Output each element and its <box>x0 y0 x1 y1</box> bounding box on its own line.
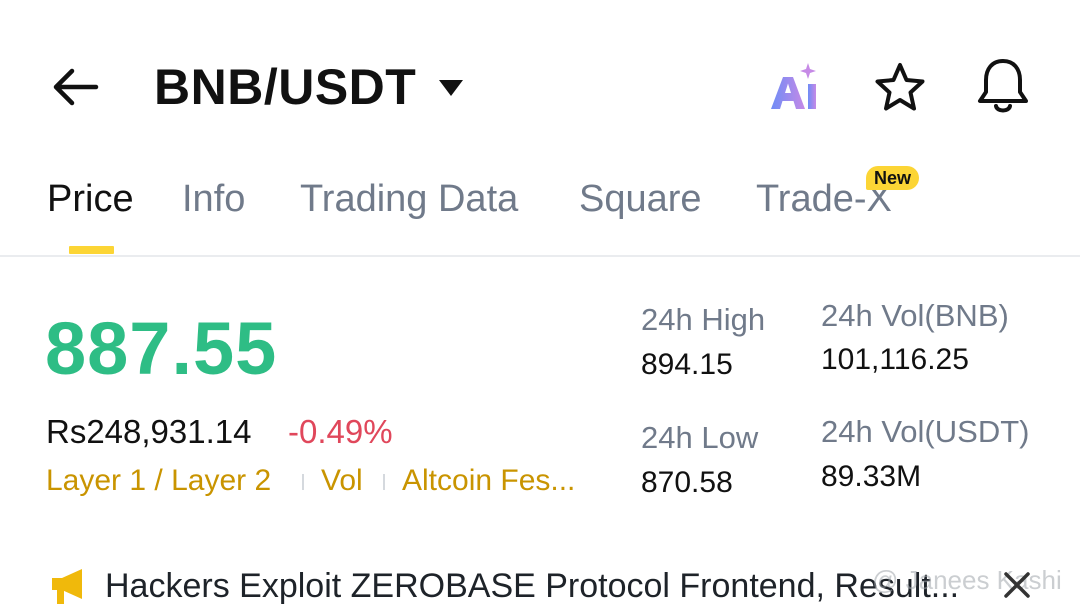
fiat-price: Rs248,931.14 <box>46 413 252 450</box>
tag-altcoin[interactable]: Altcoin Fes... <box>402 464 575 498</box>
back-arrow-icon[interactable] <box>48 62 102 112</box>
vol-base-label: 24h Vol(BNB) <box>821 298 1009 333</box>
bell-icon[interactable] <box>974 56 1032 116</box>
megaphone-icon <box>52 569 82 604</box>
low-24h-label: 24h Low <box>641 420 759 455</box>
tab-trading-data[interactable]: Trading Data <box>300 178 518 221</box>
vol-quote-value: 89.33M <box>821 460 922 493</box>
tab-info[interactable]: Info <box>182 178 245 221</box>
close-icon[interactable] <box>1002 570 1032 600</box>
vol-base-value: 101,116.25 <box>821 343 969 376</box>
dropdown-caret-icon[interactable] <box>437 77 465 99</box>
ai-icon[interactable] <box>768 58 824 114</box>
high-24h-label: 24h High <box>641 302 766 337</box>
low-24h-value: 870.58 <box>641 466 733 499</box>
high-24h-value: 894.15 <box>641 348 733 381</box>
price-change-percent: -0.49% <box>288 413 393 450</box>
active-tab-indicator <box>69 246 114 254</box>
tag-separator <box>302 474 304 490</box>
vol-quote-label: 24h Vol(USDT) <box>821 414 1030 449</box>
pair-title[interactable]: BNB/USDT <box>154 58 416 116</box>
new-badge: New <box>866 166 920 190</box>
tab-square[interactable]: Square <box>579 178 702 221</box>
news-headline[interactable]: Hackers Exploit ZEROBASE Protocol Fronte… <box>105 567 985 606</box>
last-price: 887.55 <box>45 307 278 390</box>
tag-layer[interactable]: Layer 1 / Layer 2 <box>46 464 271 498</box>
tag-separator <box>383 474 385 490</box>
tabs-divider <box>0 255 1080 257</box>
tab-price[interactable]: Price <box>47 178 134 221</box>
watermark: @ Janees Kashi <box>872 565 1062 595</box>
star-icon[interactable] <box>872 60 928 116</box>
tag-vol[interactable]: Vol <box>321 464 363 498</box>
